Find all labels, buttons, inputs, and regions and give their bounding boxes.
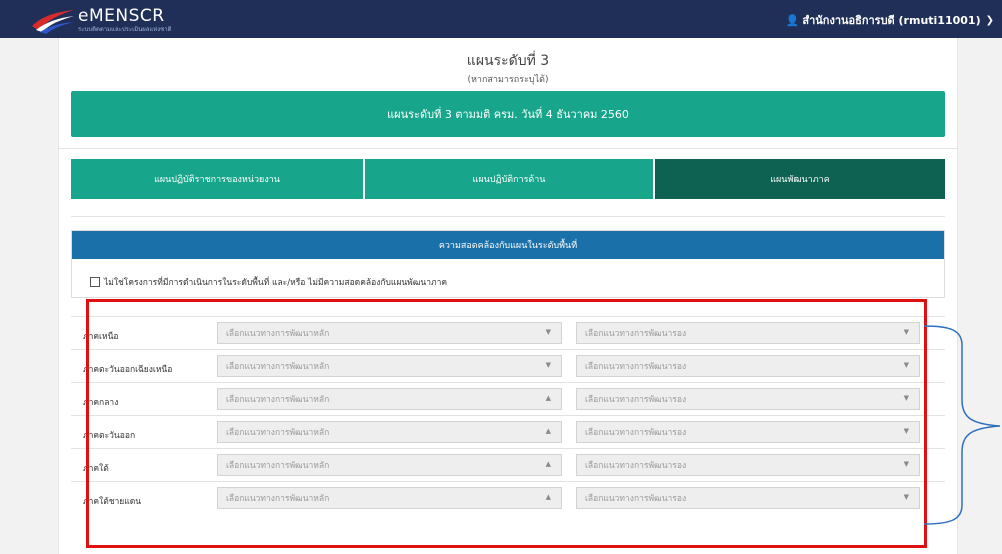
chevron-down-icon: ▼ (903, 493, 909, 501)
page-margin (966, 38, 1002, 554)
divider (71, 216, 945, 217)
region-row-south: ภาคใต้ เลือกแนวทางการพัฒนาหลัก ▲ เลือกแน… (71, 448, 945, 481)
region-row-east: ภาคตะวันออก เลือกแนวทางการพัฒนาหลัก ▲ เล… (71, 415, 945, 448)
chevron-down-icon: ▼ (903, 394, 909, 402)
region-label: ภาคใต้ชายแดน (83, 497, 142, 507)
region-label: ภาคใต้ (83, 464, 109, 474)
region-label: ภาคตะวันออก (83, 431, 136, 441)
tab-regional-plan[interactable]: แผนพัฒนาภาค (655, 159, 945, 199)
emenscr-logo-icon (32, 10, 74, 34)
select-placeholder: เลือกแนวทางการพัฒนารอง (585, 461, 687, 471)
select-placeholder: เลือกแนวทางการพัฒนารอง (585, 329, 687, 339)
caret-icon: ▲ (545, 460, 551, 468)
region-row-southern-border: ภาคใต้ชายแดน เลือกแนวทางการพัฒนาหลัก ▲ เ… (71, 481, 945, 514)
select-placeholder: เลือกแนวทางการพัฒนาหลัก (226, 494, 330, 504)
plan-card: แผนระดับที่ 3 (หากสามารถระบุได้) แผนระดั… (58, 38, 958, 554)
caret-icon: ▲ (545, 394, 551, 402)
consistency-panel: ความสอดคล้องกับแผนในระดับพื้นที่ ไม่ใช่โ… (71, 230, 945, 298)
brand-name: eMENSCR (78, 6, 165, 26)
user-icon: 👤 (785, 13, 800, 27)
secondary-guideline-select[interactable]: เลือกแนวทางการพัฒนารอง ▼ (576, 355, 920, 377)
caret-icon: ▲ (545, 427, 551, 435)
not-area-checkbox-label: ไม่ใช่โครงการที่มีการดำเนินการในระดับพื้… (104, 278, 448, 288)
select-placeholder: เลือกแนวทางการพัฒนาหลัก (226, 461, 330, 471)
secondary-guideline-select[interactable]: เลือกแนวทางการพัฒนารอง ▼ (576, 487, 920, 509)
caret-icon: ▼ (545, 328, 551, 336)
plan-tabs: แผนปฏิบัติราชการของหน่วยงาน แผนปฏิบัติกา… (71, 159, 945, 199)
region-label: ภาคเหนือ (83, 332, 119, 342)
select-placeholder: เลือกแนวทางการพัฒนาหลัก (226, 362, 330, 372)
secondary-guideline-select[interactable]: เลือกแนวทางการพัฒนารอง ▼ (576, 421, 920, 443)
primary-guideline-select[interactable]: เลือกแนวทางการพัฒนาหลัก ▲ (217, 454, 562, 476)
chevron-down-icon: ▼ (903, 460, 909, 468)
primary-guideline-select[interactable]: เลือกแนวทางการพัฒนาหลัก ▲ (217, 421, 562, 443)
select-placeholder: เลือกแนวทางการพัฒนาหลัก (226, 395, 330, 405)
user-label: สำนักงานอธิการบดี (rmuti11001) (802, 14, 981, 27)
secondary-guideline-select[interactable]: เลือกแนวทางการพัฒนารอง ▼ (576, 388, 920, 410)
consistency-header: ความสอดคล้องกับแผนในระดับพื้นที่ (72, 231, 944, 259)
region-row-northeast: ภาคตะวันออกเฉียงเหนือ เลือกแนวทางการพัฒน… (71, 349, 945, 382)
caret-icon: ▲ (545, 493, 551, 501)
primary-guideline-select[interactable]: เลือกแนวทางการพัฒนาหลัก ▲ (217, 388, 562, 410)
divider (59, 148, 957, 149)
region-label: ภาคกลาง (83, 398, 119, 408)
select-placeholder: เลือกแนวทางการพัฒนาหลัก (226, 428, 330, 438)
tab-agency-plan[interactable]: แผนปฏิบัติราชการของหน่วยงาน (71, 159, 365, 199)
user-menu[interactable]: 👤 สำนักงานอธิการบดี (rmuti11001) ❯ (786, 11, 994, 29)
not-area-checkbox-row[interactable]: ไม่ใช่โครงการที่มีการดำเนินการในระดับพื้… (90, 275, 447, 289)
select-placeholder: เลือกแนวทางการพัฒนารอง (585, 362, 687, 372)
select-placeholder: เลือกแนวทางการพัฒนารอง (585, 494, 687, 504)
region-label: ภาคตะวันออกเฉียงเหนือ (83, 365, 173, 375)
select-placeholder: เลือกแนวทางการพัฒนารอง (585, 428, 687, 438)
chevron-down-icon: ❯ (985, 14, 994, 26)
not-area-checkbox[interactable] (90, 277, 100, 287)
secondary-guideline-select[interactable]: เลือกแนวทางการพัฒนารอง ▼ (576, 454, 920, 476)
secondary-guideline-select[interactable]: เลือกแนวทางการพัฒนารอง ▼ (576, 322, 920, 344)
region-row-central: ภาคกลาง เลือกแนวทางการพัฒนาหลัก ▲ เลือกแ… (71, 382, 945, 415)
select-placeholder: เลือกแนวทางการพัฒนาหลัก (226, 329, 330, 339)
primary-guideline-select[interactable]: เลือกแนวทางการพัฒนาหลัก ▼ (217, 322, 562, 344)
top-navbar: eMENSCR ระบบติดตามและประเมินผลแห่งชาติ 👤… (0, 0, 1002, 38)
primary-guideline-select[interactable]: เลือกแนวทางการพัฒนาหลัก ▼ (217, 355, 562, 377)
primary-guideline-select[interactable]: เลือกแนวทางการพัฒนาหลัก ▲ (217, 487, 562, 509)
chevron-down-icon: ▼ (903, 427, 909, 435)
region-row-north: ภาคเหนือ เลือกแนวทางการพัฒนาหลัก ▼ เลือก… (71, 316, 945, 349)
chevron-down-icon: ▼ (903, 361, 909, 369)
brand[interactable]: eMENSCR ระบบติดตามและประเมินผลแห่งชาติ (30, 4, 172, 34)
caret-icon: ▼ (545, 361, 551, 369)
tab-sector-plan[interactable]: แผนปฏิบัติการด้าน (365, 159, 655, 199)
plan-banner: แผนระดับที่ 3 ตามมติ ครม. วันที่ 4 ธันวา… (71, 91, 945, 137)
plan-subtitle: (หากสามารถระบุได้) (467, 75, 549, 85)
brand-subtitle: ระบบติดตามและประเมินผลแห่งชาติ (78, 26, 172, 33)
plan-title: แผนระดับที่ 3 (466, 53, 550, 69)
select-placeholder: เลือกแนวทางการพัฒนารอง (585, 395, 687, 405)
chevron-down-icon: ▼ (903, 328, 909, 336)
